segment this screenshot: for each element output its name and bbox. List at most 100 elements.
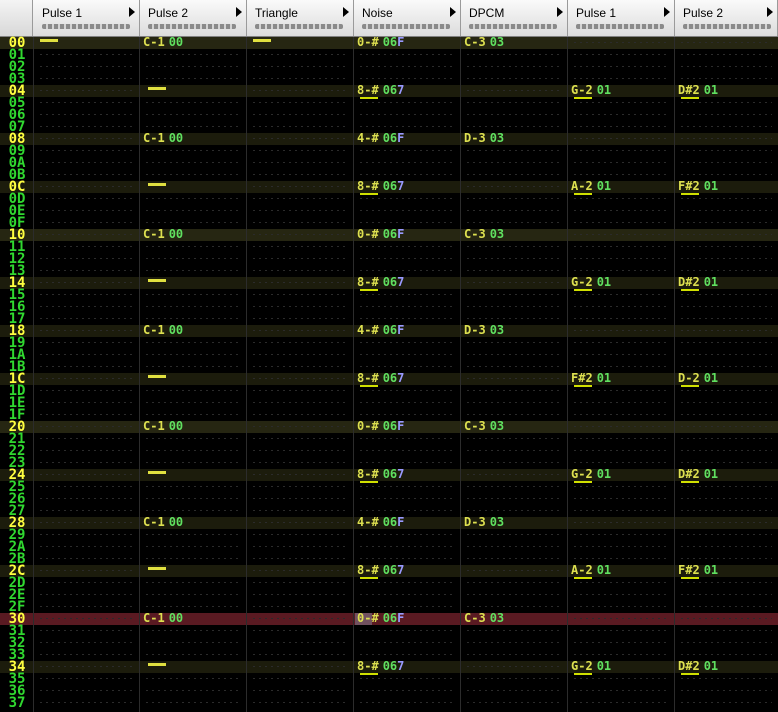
pattern-cell[interactable]	[675, 121, 778, 133]
channel-header-3[interactable]: Triangle	[247, 0, 354, 36]
pattern-cell[interactable]	[675, 541, 778, 553]
pattern-cell[interactable]	[247, 157, 354, 169]
pattern-cell[interactable]	[140, 493, 247, 505]
channel-header-7[interactable]: Pulse 2	[675, 0, 778, 36]
pattern-cell[interactable]	[34, 517, 140, 529]
pattern-cell[interactable]	[140, 577, 247, 589]
pattern-cell[interactable]	[140, 61, 247, 73]
pattern-row[interactable]: 1C 8-# 067 F#2 01 D-2 01	[0, 372, 778, 387]
pattern-cell[interactable]	[675, 325, 778, 337]
pattern-row[interactable]: 26	[0, 492, 778, 506]
pattern-cell[interactable]	[568, 673, 675, 685]
pattern-cell[interactable]	[34, 397, 140, 409]
pattern-cell[interactable]	[247, 217, 354, 229]
pattern-cell[interactable]	[461, 109, 568, 121]
pattern-cell[interactable]	[34, 73, 140, 85]
pattern-cell[interactable]	[461, 553, 568, 565]
expand-arrow-icon[interactable]	[343, 7, 349, 17]
pattern-cell[interactable]	[354, 625, 461, 637]
pattern-cell[interactable]	[568, 241, 675, 253]
pattern-cell[interactable]	[461, 97, 568, 109]
pattern-cell[interactable]	[34, 265, 140, 277]
pattern-row[interactable]: 25	[0, 480, 778, 494]
pattern-cell[interactable]	[675, 445, 778, 457]
pattern-cell[interactable]	[675, 157, 778, 169]
pattern-cell[interactable]	[461, 493, 568, 505]
pattern-cell[interactable]: C-1 00	[140, 36, 247, 49]
pattern-cell[interactable]	[675, 133, 778, 145]
pattern-cell[interactable]	[247, 445, 354, 457]
pattern-cell[interactable]	[568, 145, 675, 157]
pattern-cell[interactable]	[675, 301, 778, 313]
pattern-cell[interactable]	[568, 193, 675, 205]
pattern-cell[interactable]	[568, 217, 675, 229]
pattern-row[interactable]: 30 C-1 00 0-# 06F C-3 03	[0, 612, 778, 626]
pattern-row[interactable]: 21	[0, 432, 778, 446]
pattern-cell[interactable]	[34, 421, 140, 433]
pattern-cell[interactable]	[354, 145, 461, 157]
pattern-cell[interactable]	[34, 241, 140, 253]
pattern-cell[interactable]	[675, 505, 778, 517]
pattern-cell[interactable]	[140, 169, 247, 181]
pattern-cell[interactable]	[354, 61, 461, 73]
pattern-cell[interactable]	[247, 349, 354, 361]
pattern-cell[interactable]	[568, 121, 675, 133]
pattern-cell[interactable]: 8-# 067	[354, 180, 461, 195]
pattern-row[interactable]: 18 C-1 00 4-# 06F D-3 03	[0, 324, 778, 338]
pattern-cell[interactable]	[354, 673, 461, 685]
pattern-cell[interactable]	[461, 649, 568, 661]
pattern-cell[interactable]: 0-# 06F	[354, 612, 461, 625]
pattern-cell[interactable]	[247, 493, 354, 505]
pattern-cell[interactable]	[247, 49, 354, 61]
pattern-cell[interactable]: G-2 01	[568, 660, 675, 675]
pattern-cell[interactable]	[34, 37, 140, 49]
pattern-cell[interactable]	[34, 433, 140, 445]
pattern-cell[interactable]	[140, 445, 247, 457]
pattern-cell[interactable]	[34, 637, 140, 649]
pattern-cell[interactable]	[568, 97, 675, 109]
pattern-row[interactable]: 06	[0, 108, 778, 122]
pattern-row[interactable]: 31	[0, 624, 778, 638]
pattern-cell[interactable]	[354, 589, 461, 601]
pattern-cell[interactable]	[247, 589, 354, 601]
pattern-cell[interactable]	[34, 541, 140, 553]
pattern-cell[interactable]	[461, 589, 568, 601]
pattern-cell[interactable]	[247, 301, 354, 313]
pattern-cell[interactable]	[461, 685, 568, 697]
pattern-cell[interactable]: 4-# 06F	[354, 516, 461, 529]
pattern-cell[interactable]	[568, 349, 675, 361]
pattern-cell[interactable]	[34, 385, 140, 397]
pattern-cell[interactable]: 0-# 06F	[354, 228, 461, 241]
pattern-row[interactable]: 04 8-# 067 G-2 01 D#2 01	[0, 84, 778, 99]
pattern-cell[interactable]	[34, 289, 140, 301]
expand-arrow-icon[interactable]	[236, 7, 242, 17]
pattern-row[interactable]: 36	[0, 684, 778, 698]
pattern-cell[interactable]	[247, 625, 354, 637]
pattern-cell[interactable]	[354, 685, 461, 697]
pattern-cell[interactable]	[675, 205, 778, 217]
pattern-row[interactable]: 16	[0, 300, 778, 314]
pattern-cell[interactable]: 4-# 06F	[354, 324, 461, 337]
pattern-cell[interactable]	[34, 61, 140, 73]
pattern-cell[interactable]	[354, 445, 461, 457]
pattern-cell[interactable]	[461, 169, 568, 181]
pattern-cell[interactable]	[34, 565, 140, 577]
pattern-cell[interactable]	[34, 493, 140, 505]
pattern-cell[interactable]	[675, 109, 778, 121]
pattern-row[interactable]: 2E	[0, 588, 778, 602]
pattern-cell[interactable]	[247, 121, 354, 133]
pattern-cell[interactable]	[247, 181, 354, 193]
pattern-cell[interactable]	[34, 697, 140, 709]
pattern-cell[interactable]	[568, 313, 675, 325]
pattern-row[interactable]: 22	[0, 444, 778, 458]
pattern-cell[interactable]	[461, 145, 568, 157]
pattern-cell[interactable]	[461, 49, 568, 61]
pattern-cell[interactable]	[354, 109, 461, 121]
pattern-row[interactable]: 19	[0, 336, 778, 350]
pattern-cell[interactable]	[247, 565, 354, 577]
pattern-cell[interactable]	[568, 397, 675, 409]
pattern-cell[interactable]	[568, 481, 675, 493]
pattern-cell[interactable]	[247, 553, 354, 565]
pattern-cell[interactable]	[140, 73, 247, 85]
pattern-row[interactable]: 0E	[0, 204, 778, 218]
